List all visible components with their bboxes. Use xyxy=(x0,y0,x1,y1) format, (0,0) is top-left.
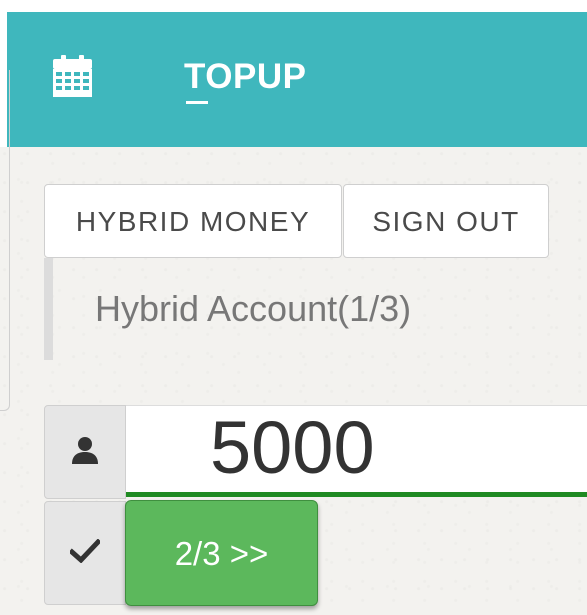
side-panel-edge xyxy=(0,70,10,411)
check-icon xyxy=(68,537,102,568)
sign-out-button[interactable]: SIGN OUT xyxy=(343,184,549,258)
account-label: Hybrid Account(1/3) xyxy=(95,288,412,329)
amount-input[interactable]: 5000 xyxy=(126,405,587,497)
account-accent-bar xyxy=(44,258,53,360)
next-step-button[interactable]: 2/3 >> xyxy=(125,500,318,606)
amount-input-underline xyxy=(126,492,587,497)
calendar-icon[interactable] xyxy=(53,55,92,97)
amount-addon xyxy=(44,405,126,499)
title-accesskey-underline xyxy=(186,101,208,104)
user-icon xyxy=(70,435,100,470)
step-addon xyxy=(44,501,126,605)
page-title: TOPUP xyxy=(184,57,307,96)
hybrid-money-button[interactable]: HYBRID MONEY xyxy=(44,184,342,258)
